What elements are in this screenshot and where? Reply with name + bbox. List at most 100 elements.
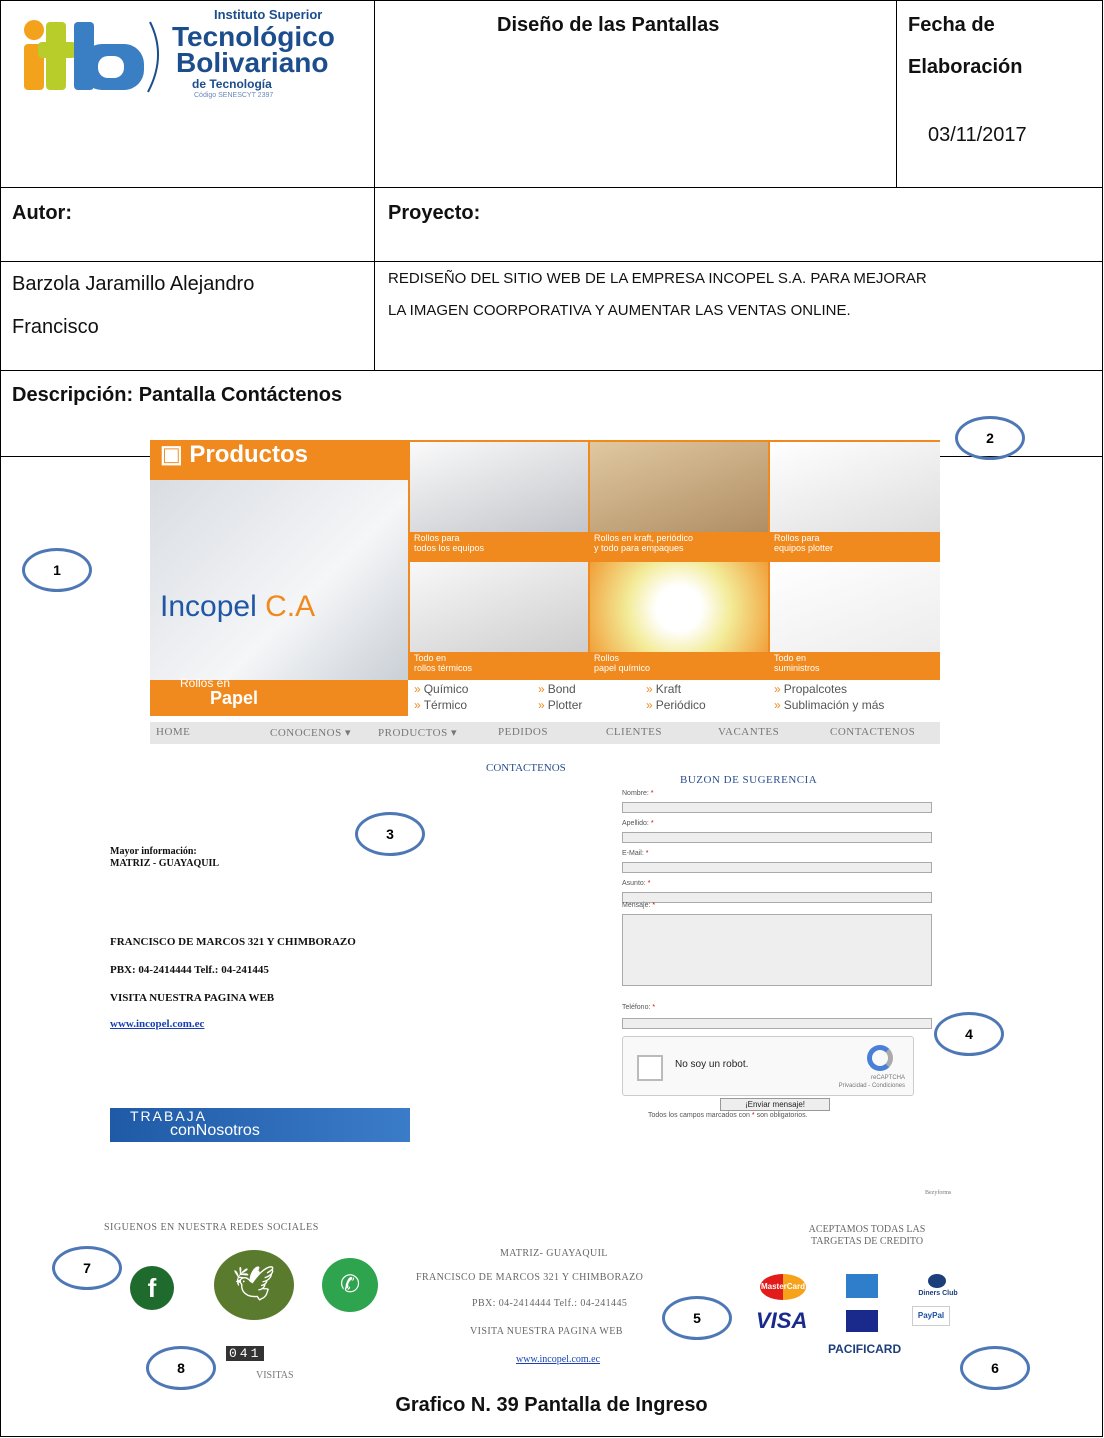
diners-logo: Diners Club [908, 1274, 968, 1302]
asunto-input[interactable] [622, 892, 932, 903]
paper-roll-image [150, 480, 408, 680]
contact-title: CONTACTENOS [486, 762, 566, 774]
info-address: FRANCISCO DE MARCOS 321 Y CHIMBORAZO [110, 936, 356, 948]
recaptcha-widget: No soy un robot. reCAPTCHA Privacidad - … [622, 1036, 914, 1096]
nav-clientes[interactable]: CLIENTES [606, 726, 662, 738]
table-row-divider [0, 370, 1103, 371]
itb-logo-text: Instituto Superior Tecnológico Bolivaria… [172, 8, 335, 99]
apellido-input[interactable] [622, 832, 932, 843]
fecha-label-2: Elaboración [908, 56, 1023, 78]
tile-equipos: Rollos para todos los equipos [410, 442, 588, 558]
tile-termicos: Todo en rollos térmicos [410, 562, 588, 678]
marker-2: 2 [955, 416, 1025, 460]
nav-conocenos[interactable]: CONOCENOS ▾ [270, 726, 351, 739]
incopel-brand-b: C.A [265, 590, 316, 623]
form-label-apellido: Apellido: * [622, 820, 654, 827]
required-mark: * [645, 850, 649, 857]
social-title: SIGUENOS EN NUESTRA REDES SOCIALES [104, 1222, 319, 1233]
send-message-button[interactable]: ¡Enviar mensaje! [720, 1098, 830, 1111]
required-mark: * [652, 902, 656, 909]
category-item: Químico [414, 682, 469, 696]
twitter-icon[interactable]: 🕊 [214, 1250, 294, 1320]
proyecto-line2: LA IMAGEN COORPORATIVA Y AUMENTAR LAS VE… [388, 302, 851, 319]
telefono-input[interactable] [622, 1018, 932, 1029]
required-mark: * [652, 1004, 656, 1011]
nav-home[interactable]: HOME [156, 726, 190, 738]
form-label-text: E-Mail: [622, 850, 644, 857]
required-mark: * [650, 790, 654, 797]
form-label-text: Apellido: [622, 820, 649, 827]
nav-contactenos[interactable]: CONTACTENOS [830, 726, 915, 738]
marker-6: 6 [960, 1346, 1030, 1390]
marker-8: 8 [146, 1346, 216, 1390]
nav-productos[interactable]: PRODUCTOS ▾ [378, 726, 457, 739]
info-visit: VISITA NUESTRA PAGINA WEB [110, 992, 275, 1004]
footer-web-link[interactable]: www.incopel.com.ec [516, 1354, 600, 1365]
incopel-brand-a: Incopel [160, 590, 257, 623]
marker-1: 1 [22, 548, 92, 592]
autor-name-line2: Francisco [12, 316, 99, 338]
table-col-divider [896, 0, 897, 187]
email-input[interactable] [622, 862, 932, 873]
required-mark: * [647, 880, 651, 887]
form-label-nombre: Nombre: * [622, 790, 654, 797]
descripcion: Descripción: Pantalla Contáctenos [12, 384, 343, 406]
banner-productos: ▣ Productos [160, 441, 309, 468]
website-screenshot: ▣ Productos Incopel C.A Rollos en Papel … [100, 440, 958, 1381]
fecha-label-1: Fecha de [908, 14, 995, 36]
itb-logo-mark [24, 20, 159, 93]
visa-logo: VISA [756, 1308, 808, 1333]
tile-kraft: Rollos en kraft, periódico y todo para em… [590, 442, 768, 558]
recaptcha-links[interactable]: Privacidad - Condiciones [839, 1083, 905, 1089]
recaptcha-icon [867, 1045, 893, 1071]
mensaje-textarea[interactable] [622, 914, 932, 986]
acept-line: ACEPTAMOS TODAS LAS [808, 1224, 926, 1235]
tile-label-line: suministros [774, 662, 820, 673]
tile-label: Todo en rollos térmicos [410, 652, 588, 678]
required-mark: * [650, 820, 654, 827]
small-footer-text: Bezyforms [925, 1190, 952, 1196]
table-border-right [1102, 0, 1103, 1437]
info-web-link[interactable]: www.incopel.com.ec [110, 1018, 204, 1030]
products-banner: ▣ Productos Incopel C.A Rollos en Papel … [150, 440, 940, 716]
whatsapp-icon[interactable]: ✆ [322, 1258, 378, 1312]
nav-pedidos[interactable]: PEDIDOS [498, 726, 548, 738]
tile-suministros: Todo en suministros [770, 562, 940, 678]
tile-label-line: papel químico [594, 662, 651, 673]
category-item: Kraft [646, 682, 681, 696]
pacificard-logo: PACIFICARD [828, 1342, 902, 1356]
table-row-divider [0, 261, 1103, 262]
table-col-divider [374, 0, 375, 370]
trabaja-con-nosotros-banner[interactable]: TRABAJA conNosotros [110, 1108, 410, 1142]
table-border-bottom [0, 1436, 1103, 1437]
tile-label: Rollos para equipos plotter [770, 532, 940, 558]
recaptcha-checkbox[interactable] [637, 1055, 663, 1081]
fecha-value: 03/11/2017 [928, 124, 1027, 146]
paypal-logo: PayPal [912, 1306, 950, 1326]
category-item: Térmico [414, 698, 467, 712]
document-page: Instituto Superior Tecnológico Bolivaria… [0, 0, 1103, 1437]
category-item: Plotter [538, 698, 583, 712]
nav-vacantes[interactable]: VACANTES [718, 726, 779, 738]
buzon-title: BUZON DE SUGERENCIA [680, 774, 818, 786]
banner-productos-text: Productos [189, 441, 309, 468]
marker-7: 7 [52, 1246, 122, 1290]
category-item: Periódico [646, 698, 706, 712]
form-label-text: Nombre: [622, 790, 649, 797]
diners-label: Diners Club [918, 1290, 958, 1297]
note-text: Todos los campos marcados con [648, 1112, 750, 1119]
diners-icon [928, 1274, 946, 1288]
tile-label: Rollos papel químico [590, 652, 768, 678]
info-line2: MATRIZ - GUAYAQUIL [110, 858, 220, 869]
marker-4: 4 [934, 1012, 1004, 1056]
logo-line: Código SENESCYT 2397 [194, 92, 274, 99]
figure-caption: Grafico N. 39 Pantalla de Ingreso [395, 1394, 708, 1416]
form-label-text: Mensaje: [622, 902, 651, 909]
info-phones: PBX: 04-2414444 Telf.: 04-241445 [110, 964, 269, 976]
tile-plotter: Rollos para equipos plotter [770, 442, 940, 558]
facebook-icon[interactable]: f [130, 1266, 174, 1310]
nombre-input[interactable] [622, 802, 932, 813]
autor-name-line1: Barzola Jaramillo Alejandro [12, 273, 255, 295]
visit-counter: 041 [226, 1346, 265, 1361]
marker-5: 5 [662, 1296, 732, 1340]
